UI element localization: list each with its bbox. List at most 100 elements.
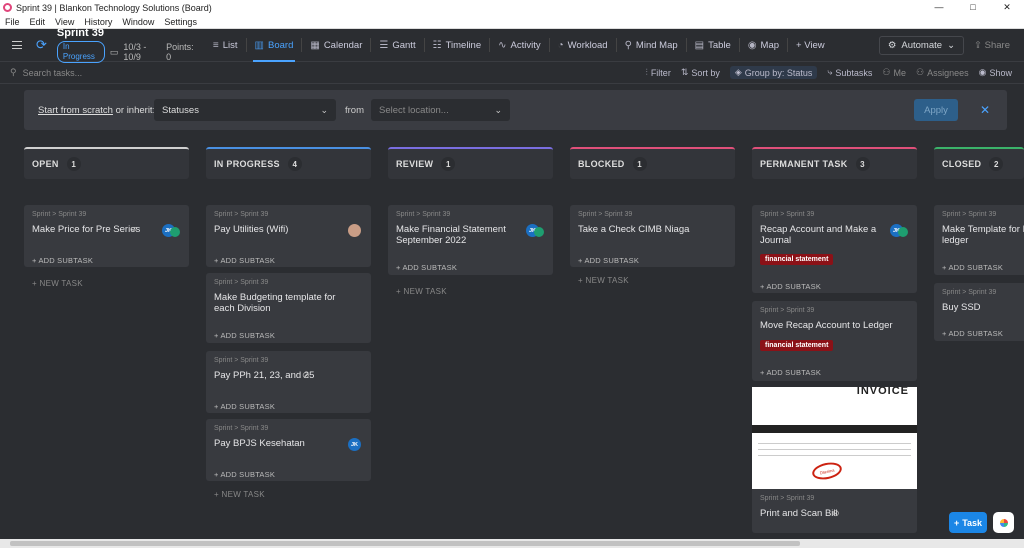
menu-window[interactable]: Window (117, 17, 159, 27)
task-card[interactable]: Sprint > Sprint 39 Pay PPh 21, 23, and 25… (206, 351, 371, 413)
subtasks-button[interactable]: ⤷ Subtasks (827, 67, 872, 78)
task-card[interactable]: Sprint > Sprint 39 Make Template for Fi..… (934, 205, 1024, 275)
search-input[interactable]: Search tasks... (23, 68, 83, 78)
sprint-name[interactable]: Sprint 39 (57, 27, 197, 39)
task-title[interactable]: Make Price for Pre Series (32, 224, 167, 235)
column-header[interactable]: IN PROGRESS 4 (206, 147, 371, 179)
column-header[interactable]: BLOCKED 1 (570, 147, 735, 179)
add-subtask-button[interactable]: + ADD SUBTASK (942, 263, 1003, 272)
menu-file[interactable]: File (0, 17, 25, 27)
task-card[interactable]: Sprint > Sprint 39 Make Budgeting templat… (206, 273, 371, 343)
apply-button[interactable]: Apply (914, 99, 958, 121)
task-card[interactable]: Sprint > Sprint 39 Take a Check CIMB Niag… (570, 205, 735, 267)
sort-button[interactable]: ⇅ Sort by (681, 67, 720, 78)
assignee-avatar[interactable] (348, 224, 361, 237)
hamburger-menu-icon[interactable] (12, 41, 22, 49)
task-card[interactable]: Sprint > Sprint 39 Recap Account and Make… (752, 205, 917, 293)
new-task-button[interactable]: + NEW TASK (578, 276, 629, 285)
task-title[interactable]: Pay Utilities (Wifi) (214, 224, 349, 235)
task-card[interactable]: INVOICE Diterima Sprint > Sprint 39 Print a… (752, 387, 917, 533)
group-by-button[interactable]: ◈ Group by: Status (729, 66, 818, 79)
add-subtask-button[interactable]: + ADD SUBTASK (942, 329, 1003, 338)
sprint-status-badge[interactable]: In Progress (56, 41, 105, 63)
task-title[interactable]: Make Financial Statement September 2022 (396, 224, 531, 246)
add-subtask-button[interactable]: + ADD SUBTASK (214, 331, 275, 340)
apps-button[interactable] (993, 512, 1014, 533)
task-card[interactable]: Sprint > Sprint 39 Buy SSD + ADD SUBTASK (934, 283, 1024, 341)
me-button[interactable]: ⚇ Me (882, 67, 906, 78)
tab-workload[interactable]: ◔ Workload (550, 29, 616, 62)
task-title[interactable]: Move Recap Account to Ledger (760, 320, 895, 331)
invoice-attachment-thumbnail[interactable]: INVOICE Diterima (752, 387, 917, 489)
add-subtask-button[interactable]: + ADD SUBTASK (32, 256, 93, 265)
add-subtask-button[interactable]: + ADD SUBTASK (214, 256, 275, 265)
task-card[interactable]: Sprint > Sprint 39 Pay BPJS Kesehatan + AD… (206, 419, 371, 481)
menu-settings[interactable]: Settings (159, 17, 202, 27)
sprint-dates[interactable]: 10/3 - 10/9 (123, 42, 161, 62)
tab-view[interactable]: + View (788, 29, 833, 62)
tab-mind-map[interactable]: ⚲ Mind Map (617, 29, 686, 62)
task-card[interactable]: Sprint > Sprint 39 Make Financial Stateme… (388, 205, 553, 275)
task-title[interactable]: Pay PPh 21, 23, and 25 (214, 370, 349, 381)
tab-table[interactable]: ▤ Table (687, 29, 739, 62)
tab-board[interactable]: ▥ Board (247, 29, 302, 62)
menu-view[interactable]: View (50, 17, 79, 27)
search-tasks[interactable]: ⚲ Search tasks... (0, 67, 200, 78)
sprint-points[interactable]: Points: 0 (166, 42, 197, 62)
add-subtask-button[interactable]: + ADD SUBTASK (214, 470, 275, 479)
column-header[interactable]: REVIEW 1 (388, 147, 553, 179)
task-title[interactable]: Make Template for Fi... general ledger (942, 224, 1024, 246)
start-from-scratch-link[interactable]: Start from scratch (38, 105, 113, 116)
tag-badge[interactable]: financial statement (760, 254, 834, 265)
automate-button[interactable]: ⚙ Automate ⌄ (878, 35, 965, 55)
task-title[interactable]: Take a Check CIMB Niaga (578, 224, 713, 235)
tab-map[interactable]: ◉ Map (740, 29, 787, 62)
menu-edit[interactable]: Edit (25, 17, 51, 27)
new-task-button[interactable]: + NEW TASK (214, 490, 265, 499)
plus-icon: + (953, 517, 960, 528)
filter-button[interactable]: ⫶ Filter (646, 67, 671, 78)
assignee-avatar[interactable]: JK (348, 438, 361, 451)
task-title[interactable]: Make Budgeting template for each Divisio… (214, 292, 349, 314)
close-icon[interactable]: ✕ (980, 103, 990, 117)
maximize-button[interactable]: □ (956, 2, 990, 13)
tab-gantt[interactable]: ☰ Gantt (371, 29, 423, 62)
tab-list[interactable]: ≡ List (205, 29, 246, 62)
assignees-button[interactable]: ⚇ Assignees (916, 67, 969, 78)
close-button[interactable]: ✕ (990, 2, 1024, 13)
add-subtask-button[interactable]: + ADD SUBTASK (578, 256, 639, 265)
task-title[interactable]: Print and Scan Bill (760, 508, 895, 519)
assignee-avatar[interactable] (898, 227, 908, 237)
task-card[interactable]: Sprint > Sprint 39 Make Price for Pre Ser… (24, 205, 189, 267)
tab-timeline[interactable]: ☷ Timeline (425, 29, 490, 62)
location-select[interactable]: Select location... ⌄ (371, 99, 510, 121)
task-title[interactable]: Buy SSD (942, 302, 1024, 313)
task-card[interactable]: Sprint > Sprint 39 Move Recap Account to … (752, 301, 917, 381)
task-card[interactable]: Sprint > Sprint 39 Pay Utilities (Wifi) + … (206, 205, 371, 267)
tag-badge[interactable]: financial statement (760, 340, 834, 351)
column-header[interactable]: OPEN 1 (24, 147, 189, 179)
task-title[interactable]: Pay BPJS Kesehatan (214, 438, 349, 449)
horizontal-scrollbar[interactable] (0, 539, 1024, 548)
statuses-select[interactable]: Statuses ⌄ (154, 99, 336, 121)
assignee-avatar[interactable] (534, 227, 544, 237)
tab-calendar[interactable]: ▦ Calendar (302, 29, 370, 62)
column-header[interactable]: PERMANENT TASK 3 (752, 147, 917, 179)
assignee-avatar[interactable] (170, 227, 180, 237)
share-button[interactable]: ⇪ Share (970, 40, 1014, 51)
show-button[interactable]: ◉ Show (979, 67, 1012, 78)
add-subtask-button[interactable]: + ADD SUBTASK (396, 263, 457, 272)
add-subtask-button[interactable]: + ADD SUBTASK (760, 368, 821, 377)
column-header[interactable]: CLOSED 2 (934, 147, 1024, 179)
new-task-button[interactable]: + Task (949, 512, 987, 533)
tab-activity[interactable]: ∿ Activity (490, 29, 548, 62)
task-title[interactable]: Recap Account and Make a Journal (760, 224, 895, 246)
add-subtask-button[interactable]: + ADD SUBTASK (760, 282, 821, 291)
scrollbar-thumb[interactable] (10, 541, 800, 546)
new-task-button[interactable]: + NEW TASK (396, 287, 447, 296)
menu-history[interactable]: History (79, 17, 117, 27)
add-subtask-button[interactable]: + ADD SUBTASK (214, 402, 275, 411)
new-task-button[interactable]: + NEW TASK (32, 279, 83, 288)
minimize-button[interactable]: — (922, 2, 956, 13)
description-icon: ≡ (132, 224, 138, 234)
